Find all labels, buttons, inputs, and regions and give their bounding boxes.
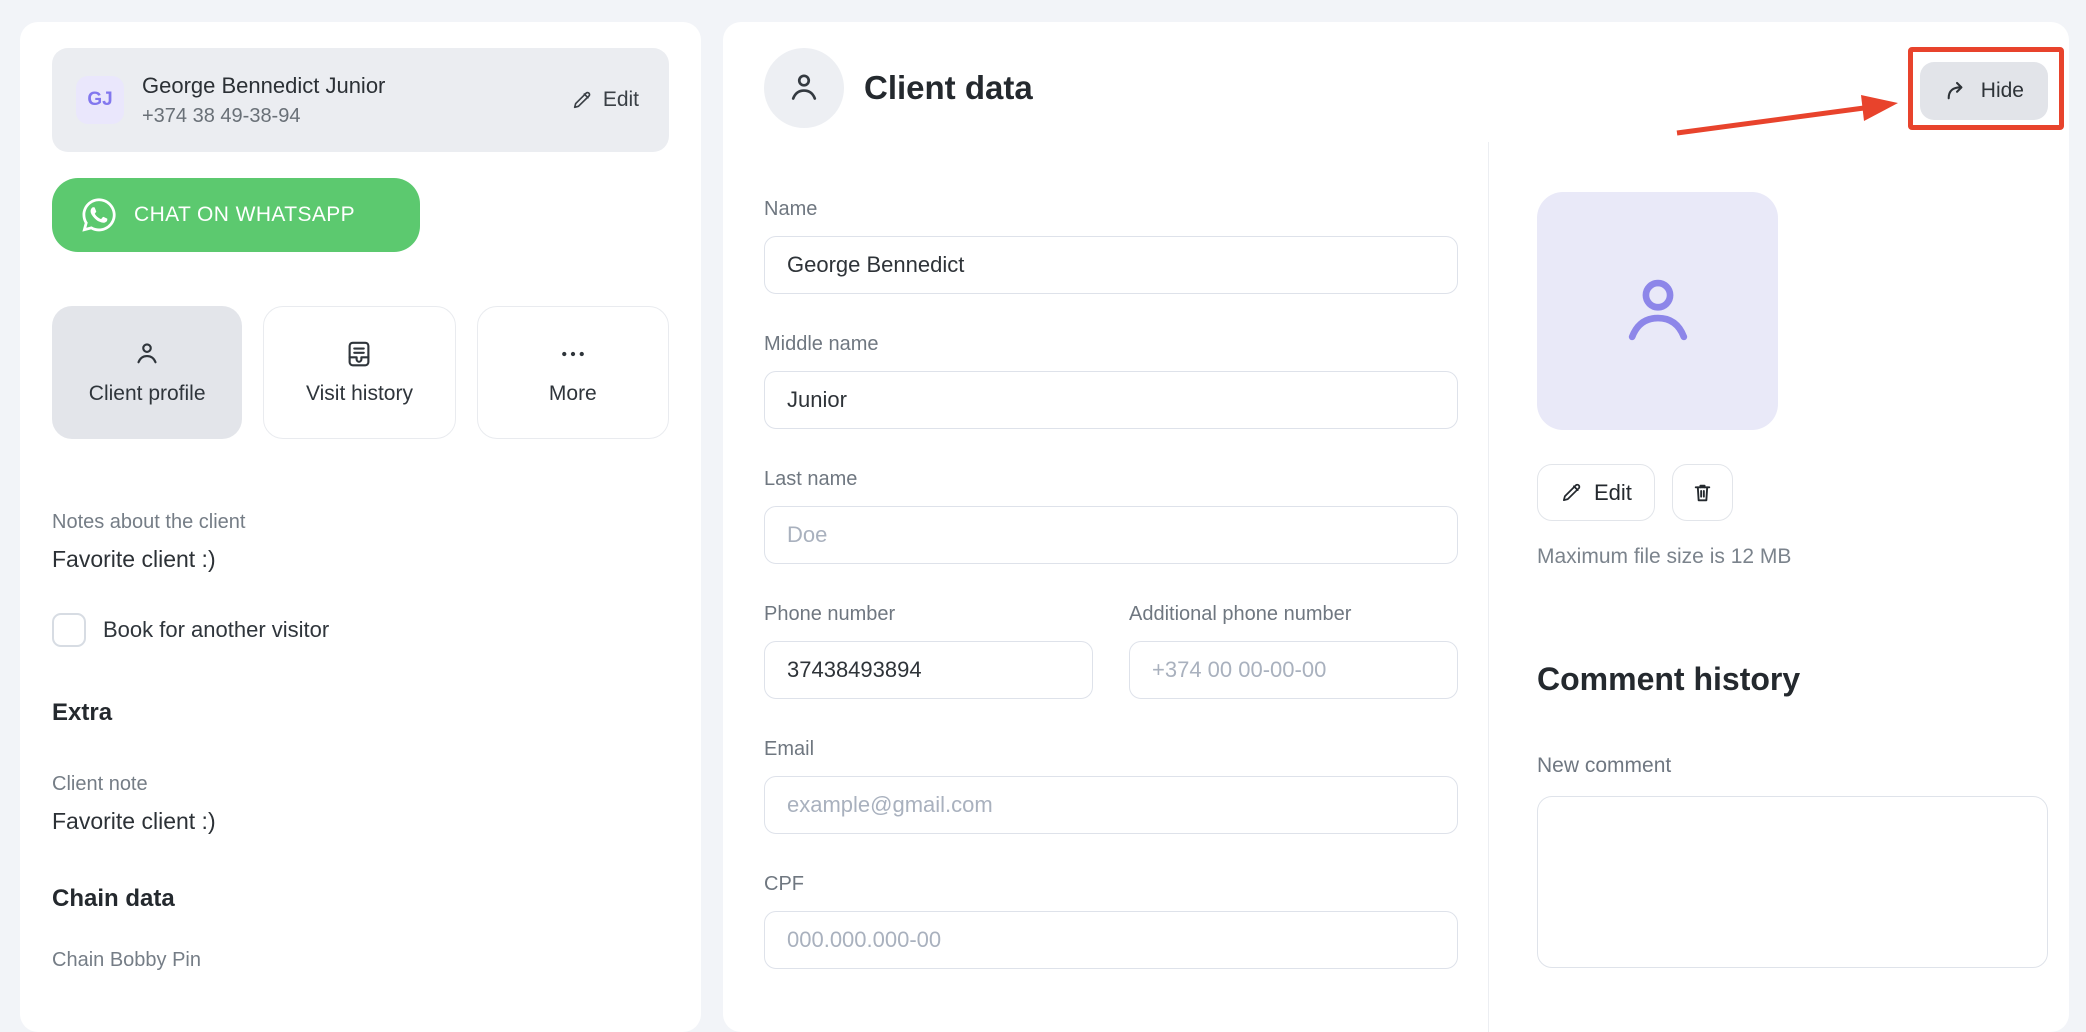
book-for-another-visitor-label: Book for another visitor xyxy=(103,617,329,643)
client-tabs: Client profile Visit history More xyxy=(52,306,669,439)
pencil-icon xyxy=(1560,481,1583,504)
ellipsis-icon xyxy=(558,339,588,369)
client-phone: +374 38 49-38-94 xyxy=(142,105,385,128)
person-circle-icon xyxy=(764,48,844,128)
client-name: George Bennedict Junior xyxy=(142,73,385,99)
additional-phone-input[interactable] xyxy=(1129,641,1458,699)
whatsapp-icon xyxy=(80,196,118,234)
tab-client-profile-label: Client profile xyxy=(89,382,206,406)
additional-phone-label: Additional phone number xyxy=(1129,601,1458,627)
comment-history-heading: Comment history xyxy=(1537,661,2048,698)
max-file-size-hint: Maximum file size is 12 MB xyxy=(1537,545,2048,569)
journal-icon xyxy=(344,339,374,369)
middle-name-input[interactable] xyxy=(764,371,1458,429)
column-divider xyxy=(1488,142,1489,1032)
photo-actions: Edit xyxy=(1537,464,2048,521)
hide-button[interactable]: Hide xyxy=(1920,62,2048,120)
person-icon xyxy=(132,339,162,369)
edit-client-label: Edit xyxy=(603,88,639,112)
new-comment-label: New comment xyxy=(1537,754,2048,778)
avatar: GJ xyxy=(76,76,124,124)
edit-photo-button[interactable]: Edit xyxy=(1537,464,1655,521)
chain-data-heading: Chain data xyxy=(52,885,669,913)
name-input[interactable] xyxy=(764,236,1458,294)
book-for-another-visitor-checkbox[interactable] xyxy=(52,613,86,647)
email-label: Email xyxy=(764,736,1458,762)
client-note-label: Client note xyxy=(52,773,669,796)
cpf-label: CPF xyxy=(764,871,1458,897)
new-comment-textarea[interactable] xyxy=(1537,796,2048,968)
pencil-icon xyxy=(571,89,593,111)
tab-visit-history-label: Visit history xyxy=(306,382,413,406)
name-label: Name xyxy=(764,196,1458,222)
tab-more[interactable]: More xyxy=(477,306,669,439)
email-input[interactable] xyxy=(764,776,1458,834)
page-title: Client data xyxy=(864,69,1033,107)
whatsapp-button-label: CHAT ON WHATSAPP xyxy=(134,203,355,227)
book-for-another-visitor-row: Book for another visitor xyxy=(52,613,669,647)
client-data-header: Client data xyxy=(764,48,1033,128)
notes-about-client-value: Favorite client :) xyxy=(52,546,669,573)
chat-on-whatsapp-button[interactable]: CHAT ON WHATSAPP xyxy=(52,178,420,252)
middle-name-label: Middle name xyxy=(764,331,1458,357)
trash-icon xyxy=(1690,480,1715,505)
client-data-form: Name Middle name Last name Phone number … xyxy=(764,196,1458,969)
client-sidebar: GJ George Bennedict Junior +374 38 49-38… xyxy=(20,22,701,1032)
tab-visit-history[interactable]: Visit history xyxy=(263,306,455,439)
phone-number-input[interactable] xyxy=(764,641,1093,699)
edit-client-button[interactable]: Edit xyxy=(565,87,645,113)
last-name-input[interactable] xyxy=(764,506,1458,564)
tab-client-profile[interactable]: Client profile xyxy=(52,306,242,439)
client-note-value: Favorite client :) xyxy=(52,808,669,835)
phone-number-label: Phone number xyxy=(764,601,1093,627)
client-data-panel: Client data Hide Name Middle name Last n… xyxy=(723,22,2069,1032)
client-photo-placeholder xyxy=(1537,192,1778,430)
last-name-label: Last name xyxy=(764,466,1458,492)
delete-photo-button[interactable] xyxy=(1672,464,1733,521)
photo-and-comments-column: Edit Maximum file size is 12 MB Comment … xyxy=(1537,192,2048,973)
hide-button-label: Hide xyxy=(1981,79,2024,103)
extra-heading: Extra xyxy=(52,699,669,727)
cpf-input[interactable] xyxy=(764,911,1458,969)
edit-photo-label: Edit xyxy=(1594,480,1632,506)
notes-about-client-label: Notes about the client xyxy=(52,511,669,534)
arrow-redirect-icon xyxy=(1944,79,1969,104)
tab-more-label: More xyxy=(549,382,597,406)
chain-row-label: Chain Bobby Pin xyxy=(52,949,669,972)
client-summary-card: GJ George Bennedict Junior +374 38 49-38… xyxy=(52,48,669,152)
